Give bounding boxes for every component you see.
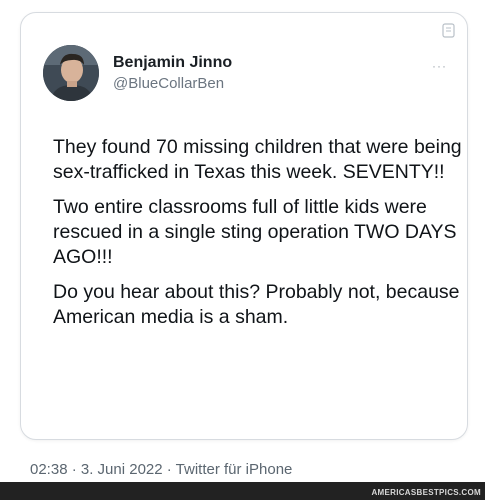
tweet-body: They found 70 missing children that were… <box>53 135 463 340</box>
more-options-icon[interactable]: ··· <box>432 60 447 72</box>
tweet-timestamp[interactable]: 02:38 · 3. Juni 2022 · Twitter für iPhon… <box>30 461 292 478</box>
tweet-paragraph: Two entire classrooms full of little kid… <box>53 196 457 268</box>
tweet-paragraph: They found 70 missing children that were… <box>53 136 462 183</box>
watermark: AMERICASBESTPICS.COM <box>371 488 481 497</box>
avatar[interactable] <box>43 45 99 101</box>
display-name[interactable]: Benjamin Jinno <box>113 53 232 73</box>
expand-icon[interactable] <box>441 23 457 39</box>
user-handle[interactable]: @BlueCollarBen <box>113 74 232 94</box>
tweet-header: Benjamin Jinno @BlueCollarBen <box>43 45 232 101</box>
author-names: Benjamin Jinno @BlueCollarBen <box>113 53 232 94</box>
tweet-paragraph: Do you hear about this? Probably not, be… <box>53 281 460 328</box>
tweet-card: ··· Benjamin Jinno @BlueCollarBen They f… <box>20 12 468 440</box>
screenshot-page: ··· Benjamin Jinno @BlueCollarBen They f… <box>0 0 485 500</box>
